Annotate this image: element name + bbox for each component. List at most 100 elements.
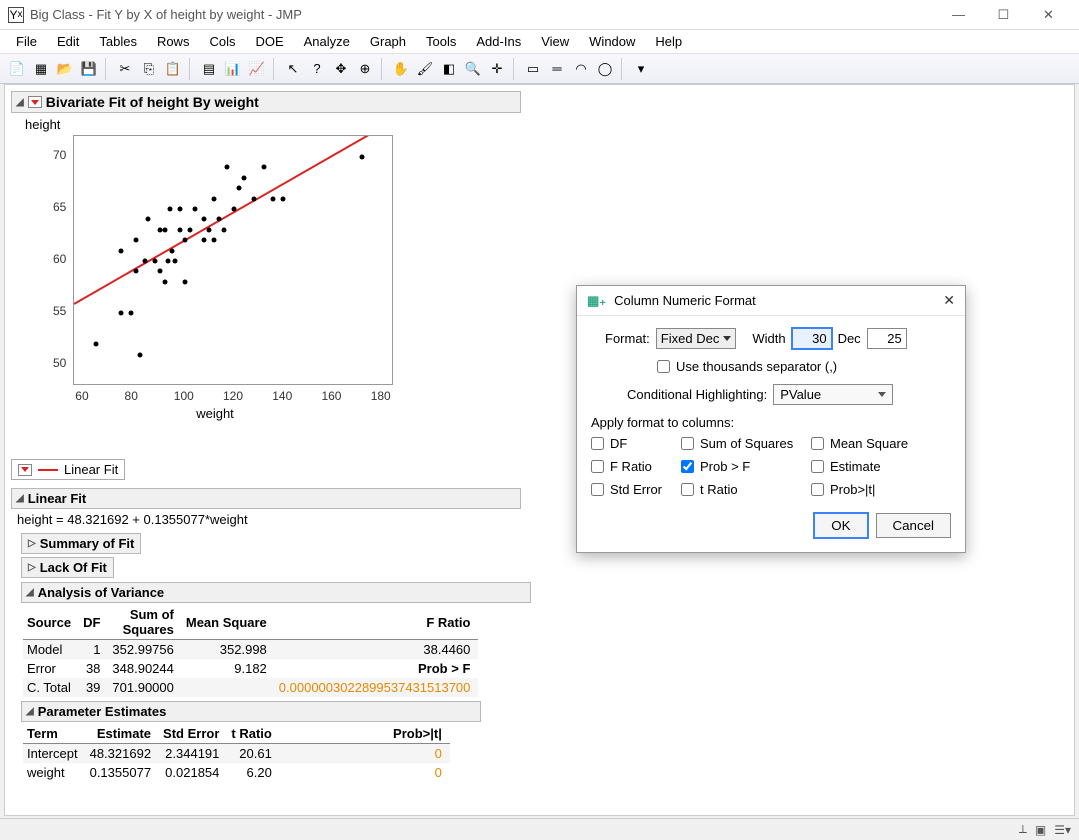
data-point[interactable] [133,238,138,243]
data-point[interactable] [133,269,138,274]
data-point[interactable] [177,206,182,211]
disclosure-open-icon[interactable]: ◢ [16,493,24,504]
curve-icon[interactable]: ◠ [570,58,592,80]
width-input[interactable]: 30 [792,328,832,349]
eraser-icon[interactable]: ◧ [438,58,460,80]
dropdown-icon[interactable]: ▾ [630,58,652,80]
apply-col-check[interactable]: Prob > F [681,459,811,474]
data-point[interactable] [94,342,99,347]
data-point[interactable] [118,311,123,316]
data-point[interactable] [145,217,150,222]
data-point[interactable] [158,269,163,274]
globe-icon[interactable]: ⊕ [354,58,376,80]
chart-icon[interactable]: 📊 [222,58,244,80]
apply-col-check[interactable]: F Ratio [591,459,681,474]
lack-of-fit-head[interactable]: ▷ Lack Of Fit [21,557,114,578]
checkbox[interactable] [681,460,694,473]
checkbox[interactable] [591,483,604,496]
data-point[interactable] [118,248,123,253]
data-point[interactable] [202,217,207,222]
data-point[interactable] [138,352,143,357]
arrow-icon[interactable]: ↖ [282,58,304,80]
apply-col-check[interactable]: Mean Square [811,436,931,451]
hand-icon[interactable]: ✋ [390,58,412,80]
cond-highlight-select[interactable]: PValue [773,384,893,405]
apply-col-check[interactable]: DF [591,436,681,451]
checkbox[interactable] [681,437,694,450]
data-point[interactable] [153,259,158,264]
data-point[interactable] [261,165,266,170]
new-icon[interactable]: 📄 [6,58,28,80]
zoom-icon[interactable]: 🔍 [462,58,484,80]
menu-cols[interactable]: Cols [199,31,245,52]
bivariate-head[interactable]: ◢ Bivariate Fit of height By weight [11,91,521,113]
save-icon[interactable]: 💾 [78,58,100,80]
grid-icon[interactable]: ▤ [198,58,220,80]
line-icon[interactable]: ═ [546,58,568,80]
apply-col-check[interactable]: t Ratio [681,482,811,497]
data-point[interactable] [187,227,192,232]
data-point[interactable] [170,248,175,253]
data-point[interactable] [241,175,246,180]
menu-window[interactable]: Window [579,31,645,52]
menu-file[interactable]: File [6,31,47,52]
menu-rows[interactable]: Rows [147,31,200,52]
data-point[interactable] [360,154,365,159]
data-point[interactable] [177,227,182,232]
open-icon[interactable]: 📂 [54,58,76,80]
checkbox[interactable] [811,460,824,473]
data-point[interactable] [163,279,168,284]
ok-button[interactable]: OK [814,513,867,538]
checkbox[interactable] [591,437,604,450]
red-triangle-menu[interactable] [28,96,42,108]
disclosure-open-icon[interactable]: ◢ [26,587,34,598]
data-point[interactable] [236,186,241,191]
menu-help[interactable]: Help [645,31,692,52]
apply-col-check[interactable]: Estimate [811,459,931,474]
rect-icon[interactable]: ▭ [522,58,544,80]
menu-tools[interactable]: Tools [416,31,466,52]
data-point[interactable] [143,259,148,264]
checkbox[interactable] [591,460,604,473]
anova-head[interactable]: ◢ Analysis of Variance [21,582,531,603]
legend-red-triangle[interactable] [18,464,32,476]
menu-view[interactable]: View [531,31,579,52]
thousands-check[interactable]: Use thousands separator (,) [657,359,837,374]
data-point[interactable] [217,217,222,222]
linear-fit-head[interactable]: ◢ Linear Fit [11,488,521,509]
data-point[interactable] [128,311,133,316]
plot-area[interactable] [73,135,393,385]
cancel-button[interactable]: Cancel [876,513,952,538]
table-icon[interactable]: ▦ [30,58,52,80]
status-window-icon[interactable]: ▣ [1035,823,1046,837]
legend[interactable]: Linear Fit [11,459,125,480]
data-point[interactable] [163,227,168,232]
brush-icon[interactable]: 🖌 [414,58,436,80]
status-hide-icon[interactable]: ⟂ [1019,822,1027,837]
format-select[interactable]: Fixed Dec [656,328,737,349]
data-point[interactable] [224,165,229,170]
disclosure-open-icon[interactable]: ◢ [26,706,34,717]
data-point[interactable] [207,227,212,232]
data-point[interactable] [202,238,207,243]
data-point[interactable] [182,279,187,284]
dec-input[interactable]: 25 [867,328,907,349]
thousands-checkbox[interactable] [657,360,670,373]
help-icon[interactable]: ? [306,58,328,80]
disclosure-closed-icon[interactable]: ▷ [28,538,36,549]
status-menu-icon[interactable]: ☰▾ [1054,823,1071,837]
menu-addins[interactable]: Add-Ins [466,31,531,52]
data-point[interactable] [172,259,177,264]
maximize-button[interactable]: ☐ [981,1,1026,29]
apply-col-check[interactable]: Prob>|t| [811,482,931,497]
paste-icon[interactable]: 📋 [162,58,184,80]
scatter-chart[interactable]: height weight 50556065706080100120140160… [25,117,405,417]
move-icon[interactable]: ✥ [330,58,352,80]
checkbox[interactable] [811,437,824,450]
data-point[interactable] [192,206,197,211]
data-point[interactable] [281,196,286,201]
menu-edit[interactable]: Edit [47,31,89,52]
crosshair-icon[interactable]: ✛ [486,58,508,80]
data-point[interactable] [212,196,217,201]
param-head[interactable]: ◢ Parameter Estimates [21,701,481,722]
